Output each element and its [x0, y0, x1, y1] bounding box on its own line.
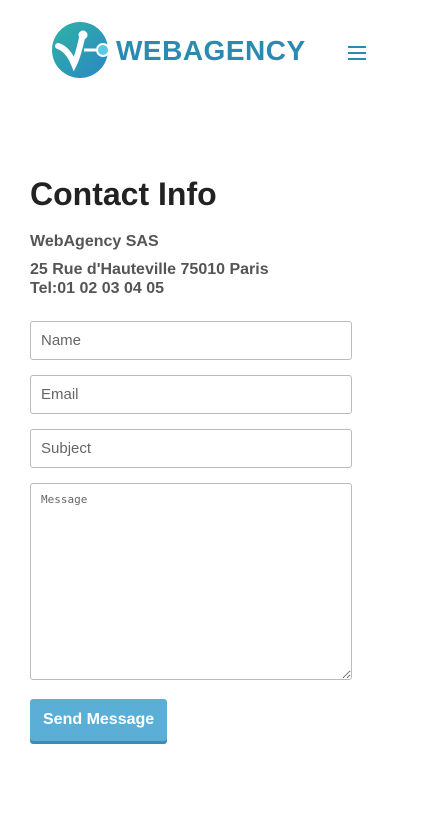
address-block: 25 Rue d'Hauteville 75010 Paris Tel:01 0… [30, 260, 360, 298]
message-textarea[interactable] [30, 483, 352, 680]
logo-mark-icon [52, 22, 110, 78]
contact-form: Send Message [30, 321, 352, 741]
page: WEBAGENCY Contact Info WebAgency SAS 25 … [0, 0, 425, 825]
hamburger-menu-icon[interactable] [346, 44, 368, 62]
email-input[interactable] [30, 375, 352, 414]
subject-input[interactable] [30, 429, 352, 468]
logo-text: WEBAGENCY [116, 35, 306, 66]
contact-info-section: Contact Info WebAgency SAS 25 Rue d'Haut… [30, 170, 360, 298]
phone-line: Tel:01 02 03 04 05 [30, 280, 165, 297]
site-header: WEBAGENCY [0, 0, 425, 105]
page-title: Contact Info [30, 176, 217, 212]
address-line: 25 Rue d'Hauteville 75010 Paris [30, 261, 269, 278]
menu-line [348, 46, 366, 48]
send-message-button[interactable]: Send Message [30, 699, 168, 741]
name-input[interactable] [30, 321, 352, 360]
menu-line [348, 52, 366, 54]
logo-link[interactable]: WEBAGENCY [50, 20, 306, 80]
company-name: WebAgency SAS [30, 233, 159, 250]
menu-line [348, 58, 366, 60]
